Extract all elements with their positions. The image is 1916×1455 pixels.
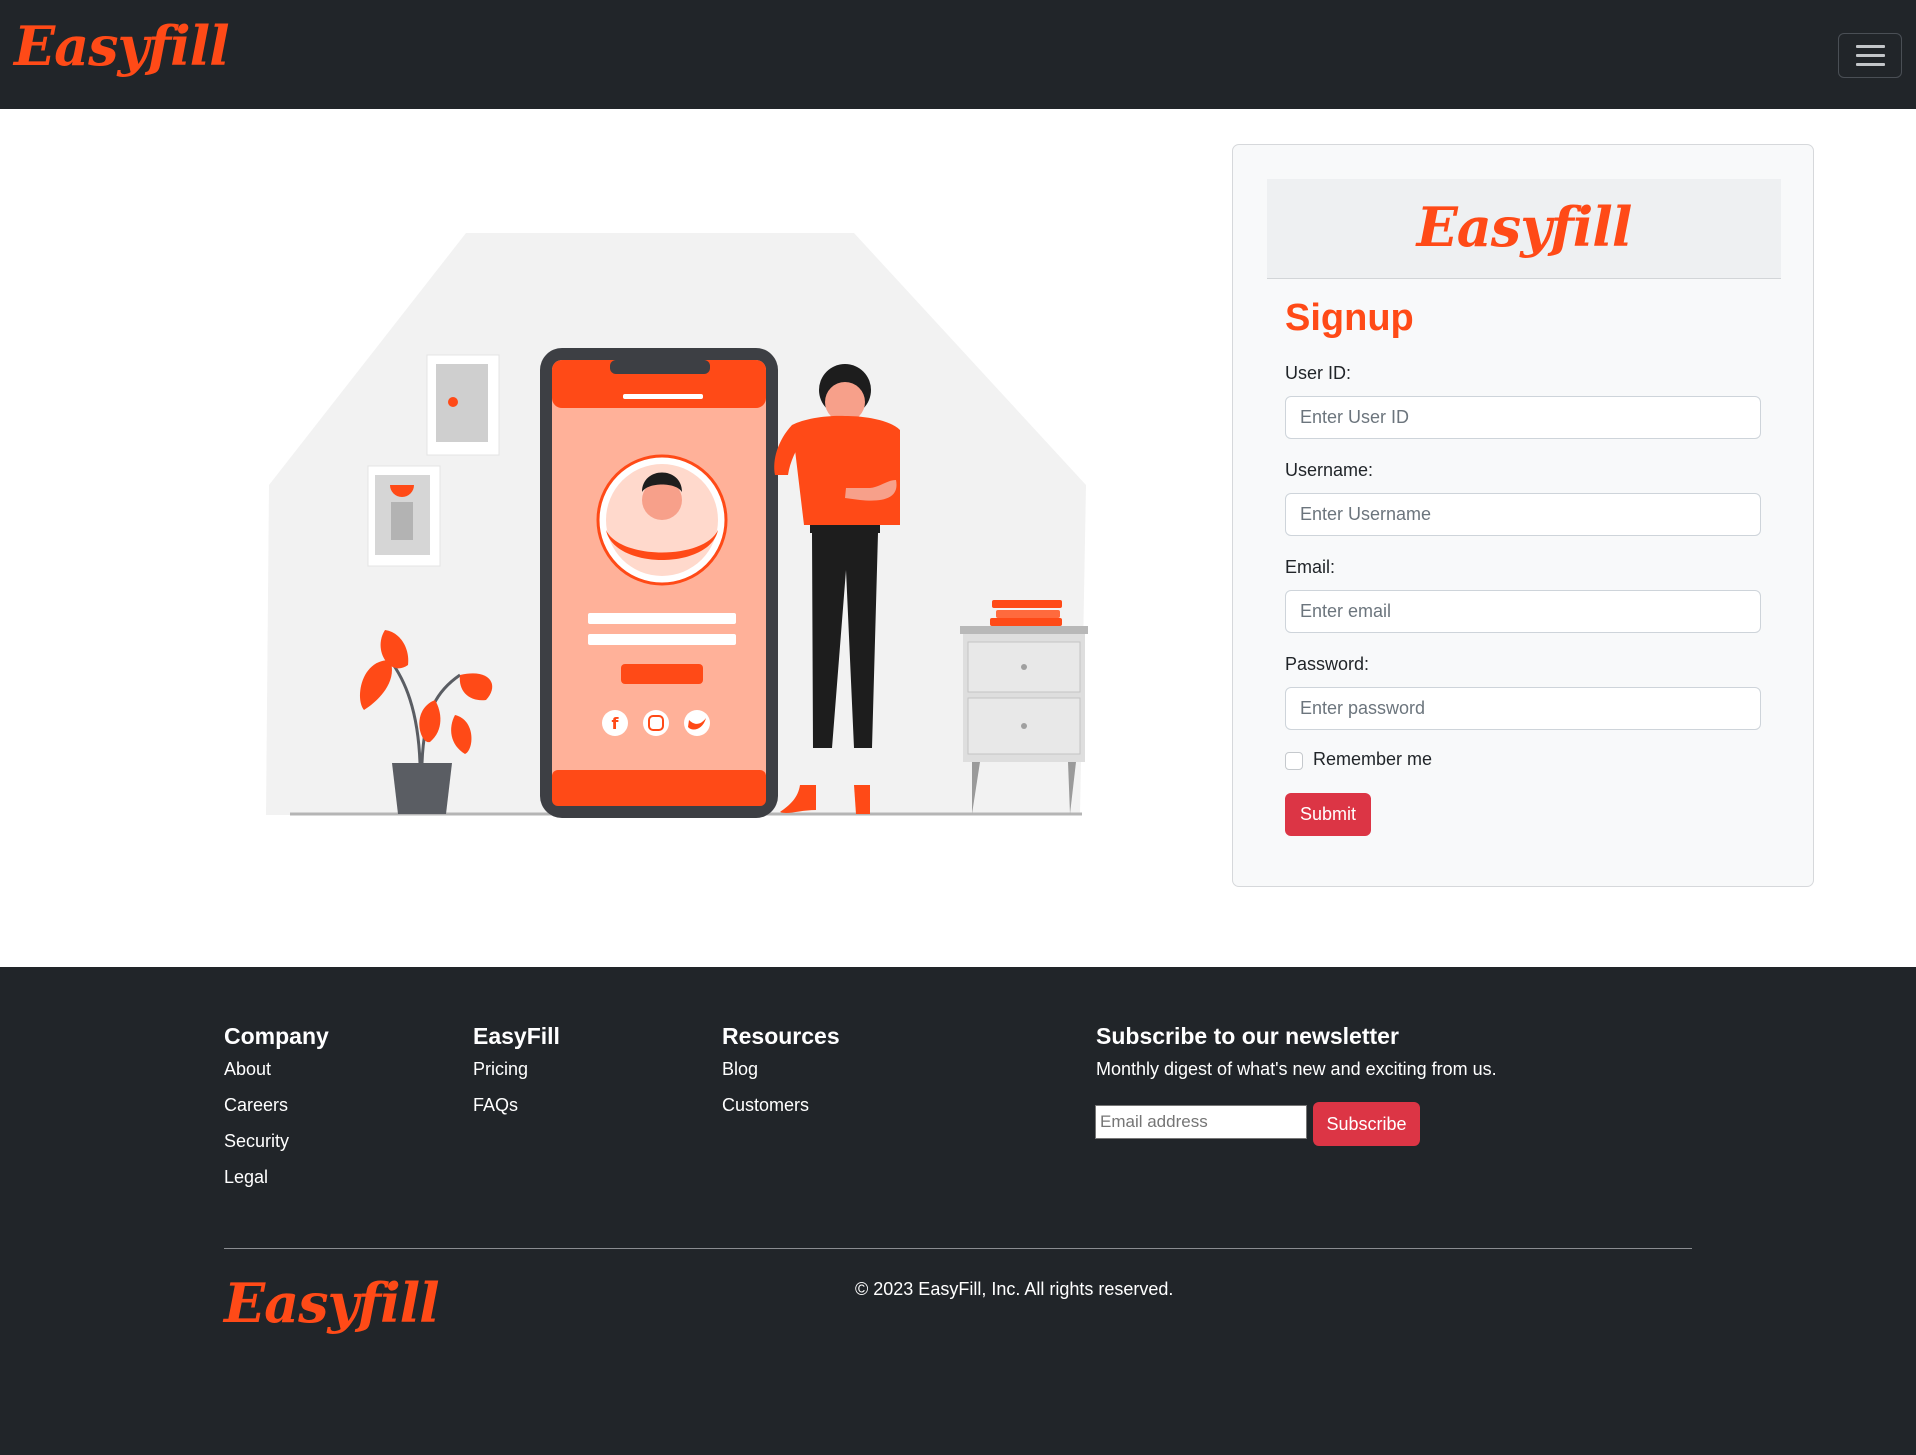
footer-resources-title: Resources	[722, 1023, 840, 1049]
user-id-label: User ID:	[1285, 363, 1352, 383]
footer-link-faqs[interactable]: FAQs	[473, 1095, 518, 1116]
password-label: Password:	[1285, 654, 1370, 674]
newsletter-title: Subscribe to our newsletter	[1096, 1023, 1399, 1049]
email-input[interactable]	[1285, 590, 1761, 633]
svg-text:f: f	[612, 714, 620, 733]
footer-link-legal[interactable]: Legal	[224, 1167, 268, 1188]
signup-card: Easyfill Signup User ID: Username: Email…	[1232, 144, 1814, 887]
footer: Company About Careers Security Legal Eas…	[0, 967, 1916, 1455]
wall-frame-top	[426, 354, 500, 456]
navbar-logo[interactable]: Easyfill	[14, 14, 230, 78]
footer-link-careers[interactable]: Careers	[224, 1095, 288, 1116]
submit-button[interactable]: Submit	[1285, 793, 1371, 836]
remember-me-label[interactable]: Remember me	[1313, 749, 1432, 770]
card-logo: Easyfill	[1416, 195, 1633, 259]
remember-me-checkbox[interactable]	[1285, 752, 1303, 770]
signup-title: Signup	[1285, 297, 1414, 339]
footer-link-pricing[interactable]: Pricing	[473, 1059, 528, 1080]
phone-illustration: f	[540, 348, 778, 818]
newsletter-description: Monthly digest of what's new and excitin…	[1096, 1059, 1497, 1079]
footer-link-security[interactable]: Security	[224, 1131, 289, 1152]
footer-copyright: © 2023 EasyFill, Inc. All rights reserve…	[855, 1279, 1174, 1299]
wall-frame-bottom	[367, 465, 441, 567]
navbar-toggler-button[interactable]	[1838, 33, 1902, 78]
password-input[interactable]	[1285, 687, 1761, 730]
user-id-input[interactable]	[1285, 396, 1761, 439]
newsletter-email-input[interactable]	[1095, 1105, 1307, 1139]
card-header: Easyfill	[1267, 179, 1781, 279]
username-label: Username:	[1285, 460, 1374, 480]
signup-illustration: f	[266, 233, 1088, 818]
footer-link-about[interactable]: About	[224, 1059, 271, 1080]
footer-company-title: Company	[224, 1023, 329, 1049]
footer-easyfill-title: EasyFill	[473, 1023, 560, 1049]
username-input[interactable]	[1285, 493, 1761, 536]
footer-link-customers[interactable]: Customers	[722, 1095, 809, 1116]
email-label: Email:	[1285, 557, 1336, 577]
navbar: Easyfill	[0, 0, 1916, 109]
footer-divider	[224, 1248, 1692, 1249]
footer-logo[interactable]: Easyfill	[224, 1271, 440, 1335]
newsletter-subscribe-button[interactable]: Subscribe	[1313, 1102, 1420, 1146]
footer-link-blog[interactable]: Blog	[722, 1059, 758, 1080]
